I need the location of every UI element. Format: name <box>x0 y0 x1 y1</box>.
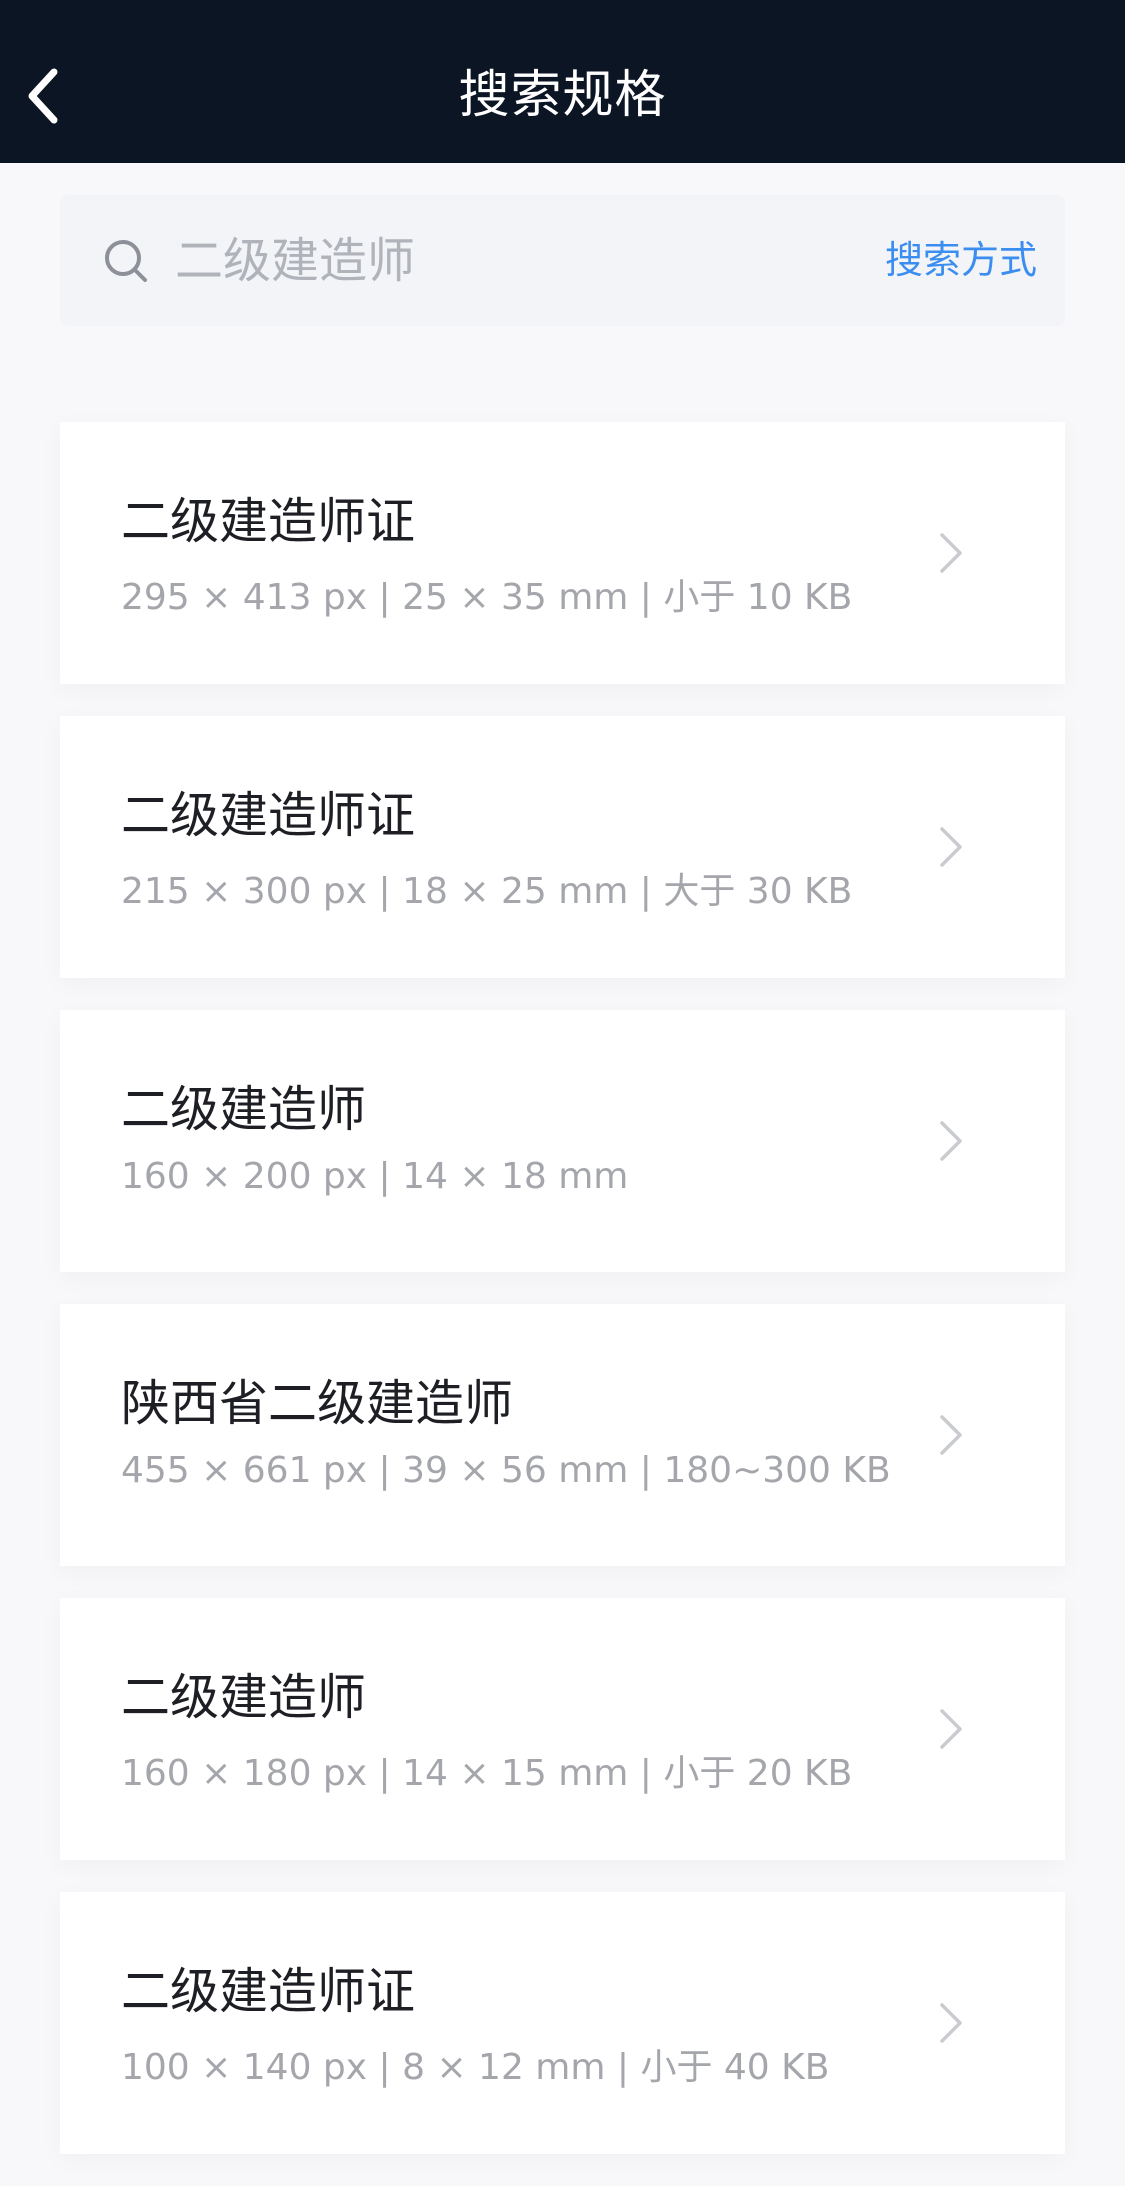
nav-bar: 搜索规格 <box>0 0 1125 163</box>
result-title: 二级建造师证 <box>121 493 416 550</box>
result-list: 二级建造师证 295 × 413 px | 25 × 35 mm | 小于 10… <box>60 422 1065 2186</box>
chevron-right-icon <box>940 1121 962 1161</box>
result-spec: 100 × 140 px | 8 × 12 mm | 小于 40 KB <box>121 2047 830 2088</box>
result-title: 二级建造师证 <box>121 787 416 844</box>
result-item[interactable]: 二级建造师 160 × 180 px | 14 × 15 mm | 小于 20 … <box>60 1598 1065 1860</box>
result-item[interactable]: 二级建造师证 100 × 140 px | 8 × 12 mm | 小于 40 … <box>60 1892 1065 2154</box>
chevron-right-icon <box>940 1415 962 1455</box>
chevron-right-icon <box>940 1709 962 1749</box>
search-icon <box>105 240 147 282</box>
result-item[interactable]: 陕西省二级建造师 455 × 661 px | 39 × 56 mm | 180… <box>60 1304 1065 1566</box>
result-spec: 160 × 200 px | 14 × 18 mm <box>121 1156 629 1197</box>
chevron-right-icon <box>940 2003 962 2043</box>
chevron-right-icon <box>940 827 962 867</box>
search-input[interactable] <box>175 195 875 326</box>
page-title: 搜索规格 <box>458 66 667 125</box>
result-item[interactable]: 二级建造师 160 × 200 px | 14 × 18 mm <box>60 1010 1065 1272</box>
result-title: 二级建造师 <box>121 1669 367 1726</box>
result-title: 二级建造师 <box>121 1081 367 1138</box>
result-item[interactable]: 二级建造师证 215 × 300 px | 18 × 25 mm | 大于 30… <box>60 716 1065 978</box>
result-title: 陕西省二级建造师 <box>121 1375 514 1432</box>
chevron-right-icon <box>940 533 962 573</box>
result-item[interactable]: 二级建造师证 295 × 413 px | 25 × 35 mm | 小于 10… <box>60 422 1065 684</box>
result-spec: 295 × 413 px | 25 × 35 mm | 小于 10 KB <box>121 577 853 618</box>
result-spec: 160 × 180 px | 14 × 15 mm | 小于 20 KB <box>121 1753 853 1794</box>
search-mode-button[interactable]: 搜索方式 <box>885 195 1037 326</box>
search-bar: 搜索方式 <box>60 195 1065 326</box>
result-title: 二级建造师证 <box>121 1963 416 2020</box>
result-spec: 455 × 661 px | 39 × 56 mm | 180~300 KB <box>121 1450 891 1491</box>
result-spec: 215 × 300 px | 18 × 25 mm | 大于 30 KB <box>121 871 853 912</box>
